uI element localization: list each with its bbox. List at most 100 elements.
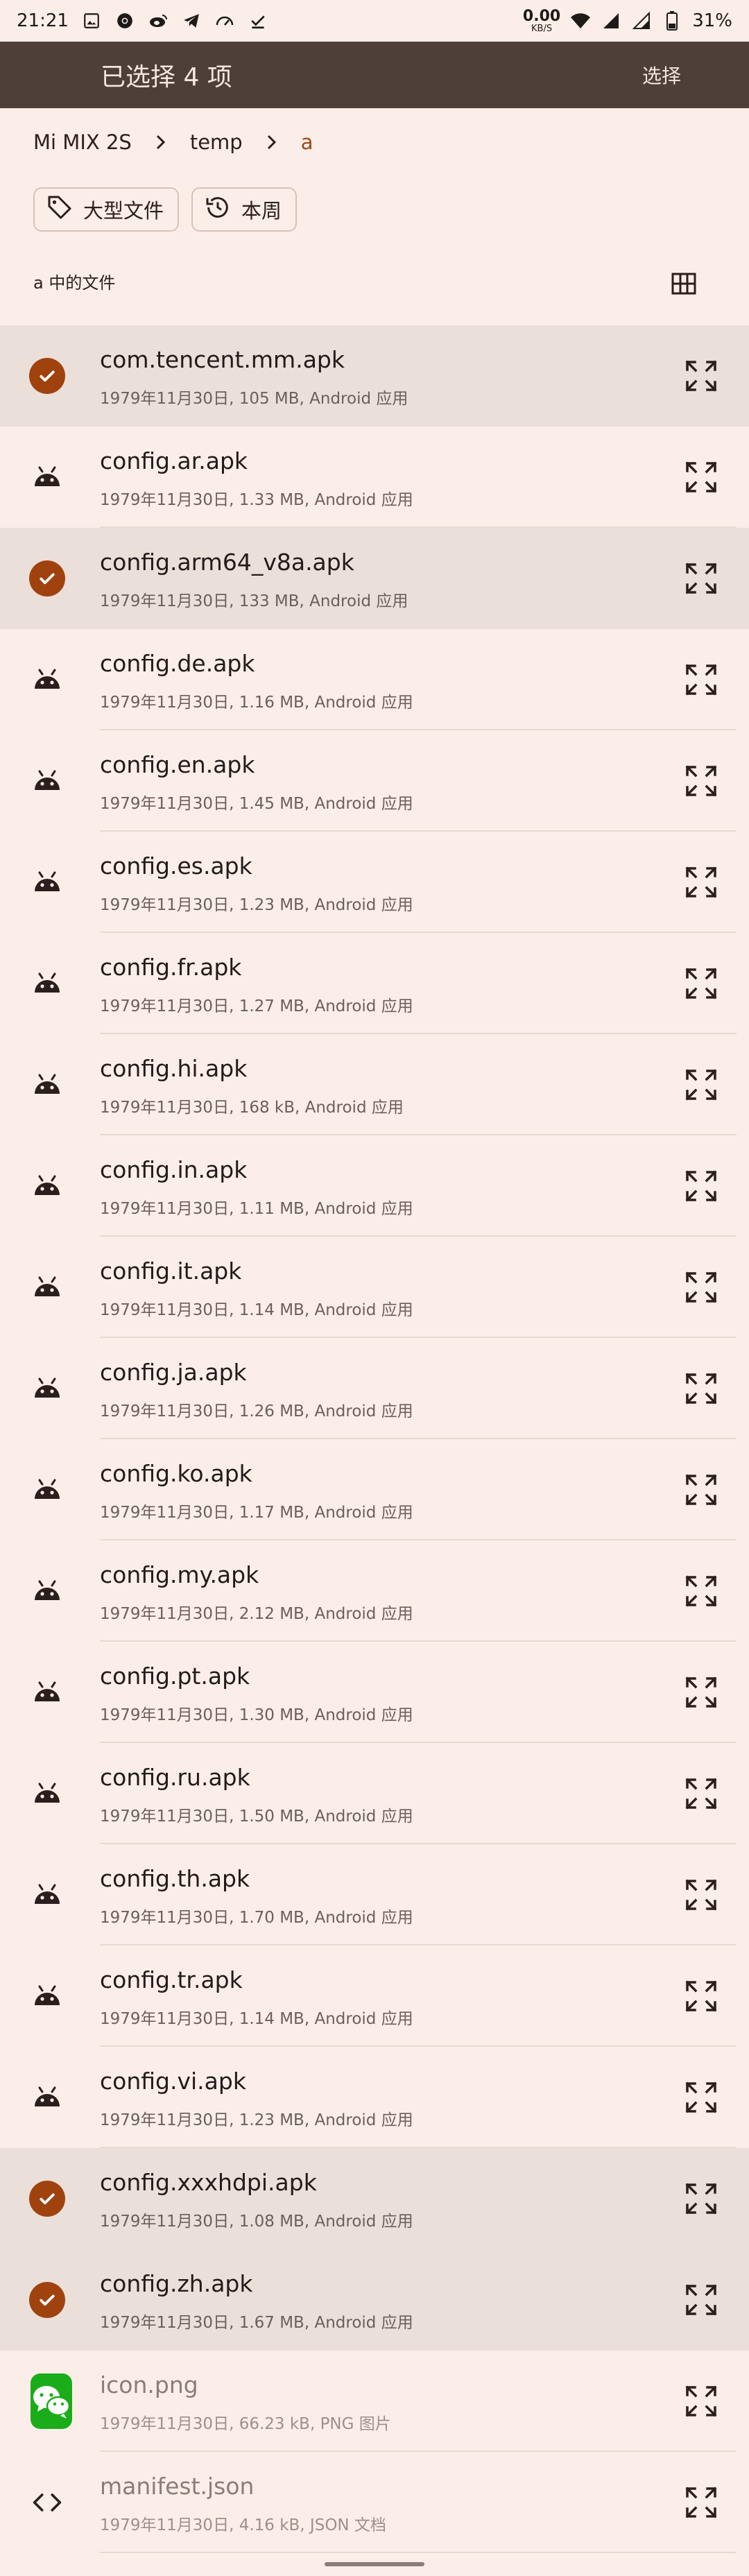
- file-meta: 1979年11月30日, 1.17 MB, Android 应用: [100, 1504, 413, 1522]
- battery-icon: [662, 10, 682, 31]
- check-circle-icon: [28, 2281, 67, 2319]
- expand-icon[interactable]: [683, 1978, 719, 2014]
- file-row[interactable]: config.my.apk 1979年11月30日, 2.12 MB, Andro…: [0, 1540, 749, 1642]
- expand-icon[interactable]: [683, 1877, 719, 1913]
- file-row[interactable]: config.in.apk 1979年11月30日, 1.11 MB, Andro…: [0, 1135, 749, 1237]
- net-speed-indicator: 0.00 KB/S: [523, 8, 560, 33]
- chrome-icon: [114, 10, 135, 31]
- file-row[interactable]: manifest.json 1979年11月30日, 4.16 kB, JSON …: [0, 2452, 749, 2553]
- expand-icon[interactable]: [683, 560, 719, 596]
- expand-icon[interactable]: [683, 763, 719, 799]
- file-meta: 1979年11月30日, 66.23 kB, PNG 图片: [100, 2415, 391, 2433]
- expand-icon[interactable]: [683, 1674, 719, 1710]
- expand-icon[interactable]: [683, 1067, 719, 1103]
- chip-large-files-label: 大型文件: [83, 199, 164, 223]
- chip-large-files[interactable]: 大型文件: [33, 187, 180, 232]
- android-icon: [28, 1875, 67, 1914]
- file-row[interactable]: config.hi.apk 1979年11月30日, 168 kB, Androi…: [0, 1034, 749, 1135]
- expand-icon[interactable]: [683, 1168, 719, 1204]
- file-row[interactable]: config.es.apk 1979年11月30日, 1.23 MB, Andro…: [0, 832, 749, 933]
- file-row[interactable]: config.ja.apk 1979年11月30日, 1.26 MB, Andro…: [0, 1338, 749, 1439]
- expand-icon[interactable]: [683, 2484, 719, 2521]
- breadcrumb-item-current[interactable]: a: [301, 130, 313, 154]
- file-meta: 1979年11月30日, 1.70 MB, Android 应用: [100, 1909, 413, 1927]
- file-name: com.tencent.mm.apk: [100, 346, 345, 373]
- file-name: config.hi.apk: [100, 1055, 248, 1082]
- expand-icon[interactable]: [683, 662, 719, 698]
- file-meta: 1979年11月30日, 1.67 MB, Android 应用: [100, 2314, 413, 2332]
- expand-icon[interactable]: [683, 1573, 719, 1609]
- file-row[interactable]: icon.png 1979年11月30日, 66.23 kB, PNG 图片: [0, 2351, 749, 2452]
- chip-this-week[interactable]: 本周: [191, 187, 298, 232]
- file-row[interactable]: config.arm64_v8a.apk 1979年11月30日, 133 MB,…: [0, 528, 749, 629]
- file-row[interactable]: config.tr.apk 1979年11月30日, 1.14 MB, Andro…: [0, 1946, 749, 2047]
- wechat-icon: [28, 2373, 72, 2429]
- check-circle-icon: [28, 559, 67, 598]
- file-name: config.in.apk: [100, 1156, 248, 1183]
- file-row[interactable]: config.en.apk 1979年11月30日, 1.45 MB, Andro…: [0, 730, 749, 832]
- tag-icon: [46, 194, 74, 226]
- status-time: 21:21: [17, 10, 69, 31]
- file-meta: 1979年11月30日, 1.27 MB, Android 应用: [100, 997, 413, 1015]
- history-icon: [204, 194, 232, 226]
- expand-icon[interactable]: [683, 2181, 719, 2217]
- grid-view-toggle[interactable]: [670, 270, 698, 298]
- file-row[interactable]: com.tencent.mm.apk 1979年11月30日, 105 MB, A…: [0, 325, 749, 427]
- expand-icon[interactable]: [683, 459, 719, 495]
- android-icon: [28, 1065, 67, 1104]
- status-bar: 21:21 0.00 KB/S 31%: [0, 0, 749, 42]
- expand-icon[interactable]: [683, 2383, 719, 2419]
- select-button[interactable]: 选择: [642, 61, 681, 89]
- file-meta: 1979年11月30日, 1.50 MB, Android 应用: [100, 1808, 413, 1826]
- android-icon: [28, 1572, 67, 1611]
- file-meta: 1979年11月30日, 1.23 MB, Android 应用: [100, 2111, 413, 2129]
- file-row[interactable]: config.it.apk 1979年11月30日, 1.14 MB, Andro…: [0, 1237, 749, 1338]
- file-name: config.pt.apk: [100, 1663, 250, 1690]
- file-row[interactable]: config.de.apk 1979年11月30日, 1.16 MB, Andro…: [0, 629, 749, 730]
- file-name: config.ja.apk: [100, 1359, 247, 1386]
- file-list: com.tencent.mm.apk 1979年11月30日, 105 MB, A…: [0, 325, 749, 2553]
- expand-icon[interactable]: [683, 2079, 719, 2115]
- file-name: config.it.apk: [100, 1257, 242, 1285]
- file-meta: 1979年11月30日, 105 MB, Android 应用: [100, 390, 408, 408]
- expand-icon[interactable]: [683, 1472, 719, 1508]
- file-name: config.xxxhdpi.apk: [100, 2169, 317, 2196]
- file-row[interactable]: config.ru.apk 1979年11月30日, 1.50 MB, Andro…: [0, 1743, 749, 1844]
- android-icon: [28, 1369, 67, 1408]
- file-meta: 1979年11月30日, 1.45 MB, Android 应用: [100, 795, 413, 813]
- file-row[interactable]: config.ko.apk 1979年11月30日, 1.17 MB, Andro…: [0, 1439, 749, 1540]
- checkmark-icon: [248, 10, 268, 31]
- file-row[interactable]: config.xxxhdpi.apk 1979年11月30日, 1.08 MB, …: [0, 2148, 749, 2249]
- expand-icon[interactable]: [683, 965, 719, 1002]
- expand-icon[interactable]: [683, 2282, 719, 2318]
- code-icon: [28, 2483, 67, 2522]
- expand-icon[interactable]: [683, 1269, 719, 1305]
- breadcrumb-item-device[interactable]: Mi MIX 2S: [33, 130, 132, 154]
- file-name: config.arm64_v8a.apk: [100, 549, 354, 576]
- android-icon: [28, 762, 67, 800]
- file-name: config.tr.apk: [100, 1966, 243, 1993]
- wifi-icon: [570, 10, 591, 31]
- file-meta: 1979年11月30日, 4.16 kB, JSON 文档: [100, 2516, 386, 2534]
- battery-percentage: 31%: [692, 10, 732, 31]
- file-row[interactable]: config.zh.apk 1979年11月30日, 1.67 MB, Andro…: [0, 2249, 749, 2351]
- file-row[interactable]: config.fr.apk 1979年11月30日, 1.27 MB, Andro…: [0, 933, 749, 1034]
- android-icon: [28, 863, 67, 902]
- check-circle-icon: [28, 357, 67, 395]
- file-name: icon.png: [100, 2371, 198, 2398]
- expand-icon[interactable]: [683, 358, 719, 394]
- file-row[interactable]: config.vi.apk 1979年11月30日, 1.23 MB, Andro…: [0, 2047, 749, 2148]
- expand-icon[interactable]: [683, 1371, 719, 1407]
- file-name: config.th.apk: [100, 1865, 250, 1892]
- expand-icon[interactable]: [683, 864, 719, 900]
- file-name: config.en.apk: [100, 751, 255, 778]
- file-row[interactable]: config.pt.apk 1979年11月30日, 1.30 MB, Andro…: [0, 1642, 749, 1743]
- check-circle-icon: [28, 2179, 67, 2218]
- file-row[interactable]: config.ar.apk 1979年11月30日, 1.33 MB, Andro…: [0, 427, 749, 528]
- expand-icon[interactable]: [683, 1776, 719, 1812]
- android-icon: [28, 1167, 67, 1205]
- file-meta: 1979年11月30日, 2.12 MB, Android 应用: [100, 1605, 413, 1623]
- breadcrumb-item-temp[interactable]: temp: [190, 130, 243, 154]
- breadcrumb: Mi MIX 2S temp a: [33, 125, 313, 160]
- file-row[interactable]: config.th.apk 1979年11月30日, 1.70 MB, Andro…: [0, 1844, 749, 1946]
